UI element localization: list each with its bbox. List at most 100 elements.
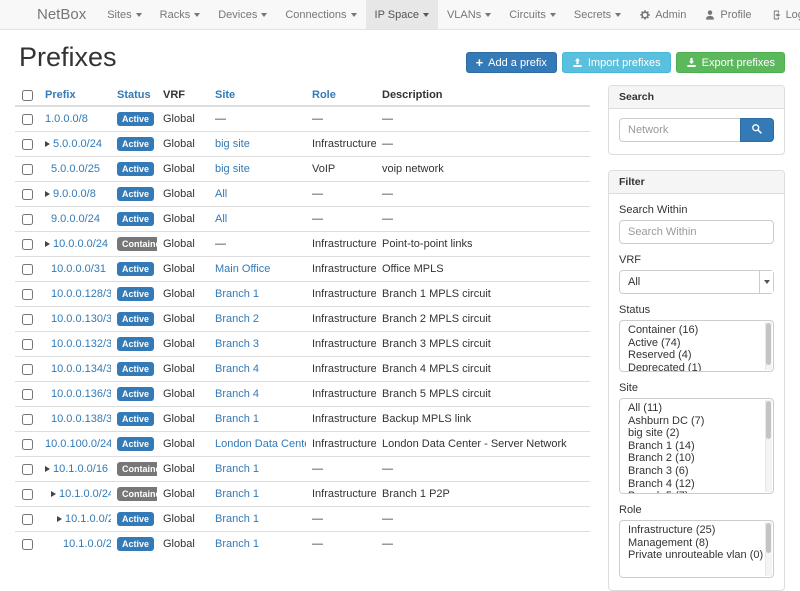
prefix-link[interactable]: 10.0.0.138/31 xyxy=(51,413,111,425)
row-checkbox[interactable] xyxy=(22,414,33,425)
nav-item-sites[interactable]: Sites xyxy=(98,0,150,29)
prefix-link[interactable]: 5.0.0.0/25 xyxy=(51,163,100,175)
nav-item-secrets[interactable]: Secrets xyxy=(565,0,630,29)
row-checkbox[interactable] xyxy=(22,239,33,250)
row-checkbox[interactable] xyxy=(22,139,33,150)
listbox-option[interactable]: Branch 1 (14) xyxy=(620,440,773,453)
prefix-link[interactable]: 10.0.0.128/31 xyxy=(51,288,111,300)
vrf-select[interactable]: All xyxy=(619,270,774,294)
listbox-option[interactable]: Infrastructure (25) xyxy=(620,524,773,537)
expand-arrow-icon[interactable] xyxy=(57,516,62,522)
site-link[interactable]: Branch 1 xyxy=(215,488,259,500)
search-button[interactable] xyxy=(740,118,774,142)
site-link[interactable]: Branch 1 xyxy=(215,413,259,425)
role-listbox[interactable]: Infrastructure (25)Management (8)Private… xyxy=(619,520,774,578)
site-link[interactable]: Branch 1 xyxy=(215,513,259,525)
listbox-option[interactable]: Branch 2 (10) xyxy=(620,452,773,465)
row-checkbox[interactable] xyxy=(22,214,33,225)
status-listbox[interactable]: Container (16)Active (74)Reserved (4)Dep… xyxy=(619,320,774,372)
expand-arrow-icon[interactable] xyxy=(45,191,50,197)
row-checkbox[interactable] xyxy=(22,489,33,500)
listbox-option[interactable]: Ashburn DC (7) xyxy=(620,415,773,428)
row-checkbox[interactable] xyxy=(22,364,33,375)
row-checkbox[interactable] xyxy=(22,514,33,525)
site-link[interactable]: Branch 4 xyxy=(215,363,259,375)
listbox-option[interactable]: All (11) xyxy=(620,402,773,415)
prefix-link[interactable]: 10.0.0.136/31 xyxy=(51,388,111,400)
listbox-option[interactable]: Container (16) xyxy=(620,324,773,337)
nav-item-devices[interactable]: Devices xyxy=(209,0,276,29)
row-checkbox[interactable] xyxy=(22,189,33,200)
prefix-link[interactable]: 10.1.0.0/26 xyxy=(63,538,111,550)
site-link[interactable]: big site xyxy=(215,163,250,175)
prefix-link[interactable]: 10.0.0.134/31 xyxy=(51,363,111,375)
nav-item-circuits[interactable]: Circuits xyxy=(500,0,565,29)
site-link[interactable]: big site xyxy=(215,138,250,150)
listbox-option[interactable]: Branch 5 (7) xyxy=(620,490,773,494)
site-link[interactable]: Branch 1 xyxy=(215,538,259,550)
row-checkbox[interactable] xyxy=(22,389,33,400)
prefix-link[interactable]: 5.0.0.0/24 xyxy=(53,138,102,150)
row-checkbox[interactable] xyxy=(22,539,33,550)
add-prefix-button[interactable]: + Add a prefix xyxy=(466,52,557,73)
listbox-option[interactable]: Deprecated (1) xyxy=(620,362,773,372)
listbox-option[interactable]: big site (2) xyxy=(620,427,773,440)
row-checkbox[interactable] xyxy=(22,289,33,300)
prefix-link[interactable]: 10.0.0.132/31 xyxy=(51,338,111,350)
expand-arrow-icon[interactable] xyxy=(45,141,50,147)
prefix-link[interactable]: 1.0.0.0/8 xyxy=(45,113,88,125)
export-prefixes-button[interactable]: Export prefixes xyxy=(676,52,785,73)
scrollbar-thumb[interactable] xyxy=(766,401,771,439)
site-link[interactable]: Branch 4 xyxy=(215,388,259,400)
search-within-input[interactable] xyxy=(619,220,774,244)
site-link[interactable]: Branch 1 xyxy=(215,463,259,475)
column-header-prefix[interactable]: Prefix xyxy=(39,85,111,106)
import-prefixes-button[interactable]: Import prefixes xyxy=(562,52,671,73)
nav-item-racks[interactable]: Racks xyxy=(151,0,210,29)
row-checkbox[interactable] xyxy=(22,464,33,475)
prefix-link[interactable]: 9.0.0.0/24 xyxy=(51,213,100,225)
site-link[interactable]: All xyxy=(215,213,227,225)
listbox-option[interactable]: Management (8) xyxy=(620,537,773,550)
expand-arrow-icon[interactable] xyxy=(45,241,50,247)
listbox-option[interactable]: Branch 3 (6) xyxy=(620,465,773,478)
nav-item-profile[interactable]: Profile xyxy=(695,0,760,29)
brand[interactable]: NetBox xyxy=(37,0,86,29)
nav-item-connections[interactable]: Connections xyxy=(276,0,365,29)
listbox-option[interactable]: Branch 4 (12) xyxy=(620,478,773,491)
listbox-option[interactable]: Reserved (4) xyxy=(620,349,773,362)
column-header-status[interactable]: Status xyxy=(111,85,157,106)
row-checkbox[interactable] xyxy=(22,264,33,275)
row-checkbox[interactable] xyxy=(22,164,33,175)
search-input[interactable] xyxy=(619,118,740,142)
column-header-role[interactable]: Role xyxy=(306,85,376,106)
prefix-link[interactable]: 10.0.100.0/24 xyxy=(45,438,111,450)
prefix-link[interactable]: 10.0.0.0/24 xyxy=(53,238,108,250)
prefix-link[interactable]: 9.0.0.0/8 xyxy=(53,188,96,200)
column-header-site[interactable]: Site xyxy=(209,85,306,106)
site-link[interactable]: Branch 3 xyxy=(215,338,259,350)
listbox-option[interactable]: Private unrouteable vlan (0) xyxy=(620,549,773,562)
scrollbar-thumb[interactable] xyxy=(766,523,771,553)
scrollbar-thumb[interactable] xyxy=(766,323,771,365)
nav-item-log-out[interactable]: Log out xyxy=(761,0,800,29)
site-link[interactable]: Branch 2 xyxy=(215,313,259,325)
prefix-link[interactable]: 10.1.0.0/24 xyxy=(59,488,111,500)
prefix-link[interactable]: 10.1.0.0/16 xyxy=(53,463,108,475)
row-checkbox[interactable] xyxy=(22,439,33,450)
select-all-checkbox[interactable] xyxy=(22,90,33,101)
site-link[interactable]: Main Office xyxy=(215,263,270,275)
nav-item-vlans[interactable]: VLANs xyxy=(438,0,500,29)
listbox-option[interactable]: Active (74) xyxy=(620,337,773,350)
prefix-link[interactable]: 10.1.0.0/25 xyxy=(65,513,111,525)
row-checkbox[interactable] xyxy=(22,339,33,350)
nav-item-admin[interactable]: Admin xyxy=(630,0,695,29)
prefix-link[interactable]: 10.0.0.0/31 xyxy=(51,263,106,275)
prefix-link[interactable]: 10.0.0.130/31 xyxy=(51,313,111,325)
row-checkbox[interactable] xyxy=(22,114,33,125)
expand-arrow-icon[interactable] xyxy=(45,466,50,472)
nav-item-ip-space[interactable]: IP Space xyxy=(366,0,438,29)
site-link[interactable]: Branch 1 xyxy=(215,288,259,300)
site-listbox[interactable]: All (11)Ashburn DC (7)big site (2)Branch… xyxy=(619,398,774,494)
site-link[interactable]: London Data Center xyxy=(215,438,306,450)
